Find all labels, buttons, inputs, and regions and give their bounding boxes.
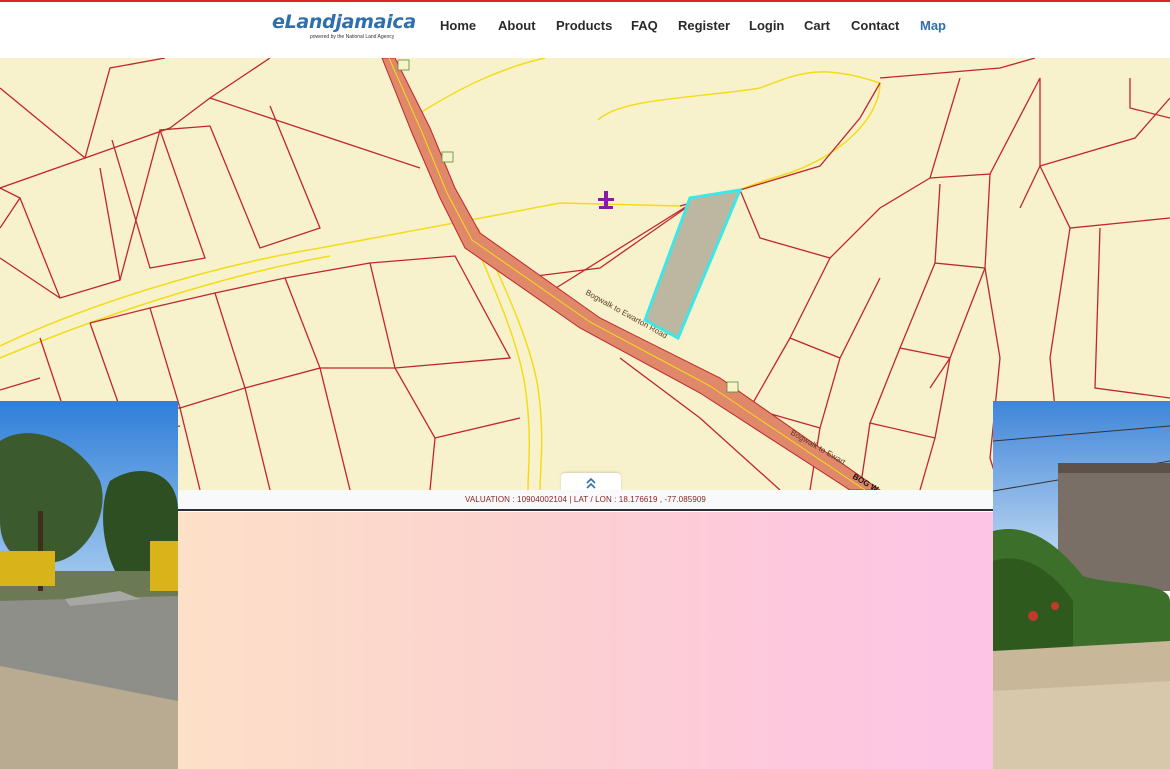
street-photo-right: [993, 401, 1170, 769]
nav-about[interactable]: About: [498, 18, 536, 33]
nav-products[interactable]: Products: [556, 18, 612, 33]
nav-cart[interactable]: Cart: [804, 18, 830, 33]
chevron-double-up-icon: [586, 477, 596, 489]
nav-map[interactable]: Map: [920, 18, 946, 33]
parcel-info-bar: VALUATION : 10904002104 | LAT / LON : 18…: [178, 490, 993, 509]
nav-register[interactable]: Register: [678, 18, 730, 33]
details-panel: [178, 512, 993, 769]
logo-tagline: powered by the National Land Agency: [310, 34, 395, 40]
selected-parcel[interactable]: [643, 188, 743, 341]
site-header: eLandjamaica powered by the National Lan…: [0, 2, 1170, 58]
nav-faq[interactable]: FAQ: [631, 18, 658, 33]
logo-title: eLandjamaica: [272, 11, 416, 33]
nav-login[interactable]: Login: [749, 18, 784, 33]
nav-contact[interactable]: Contact: [851, 18, 899, 33]
main-road-centerline: [388, 58, 866, 490]
info-divider: [178, 509, 993, 511]
street-photo-left: [0, 401, 178, 769]
church-icon[interactable]: [598, 191, 614, 209]
site-logo[interactable]: eLandjamaica powered by the National Lan…: [270, 10, 416, 44]
nav-home[interactable]: Home: [440, 18, 476, 33]
main-road: [381, 58, 881, 490]
